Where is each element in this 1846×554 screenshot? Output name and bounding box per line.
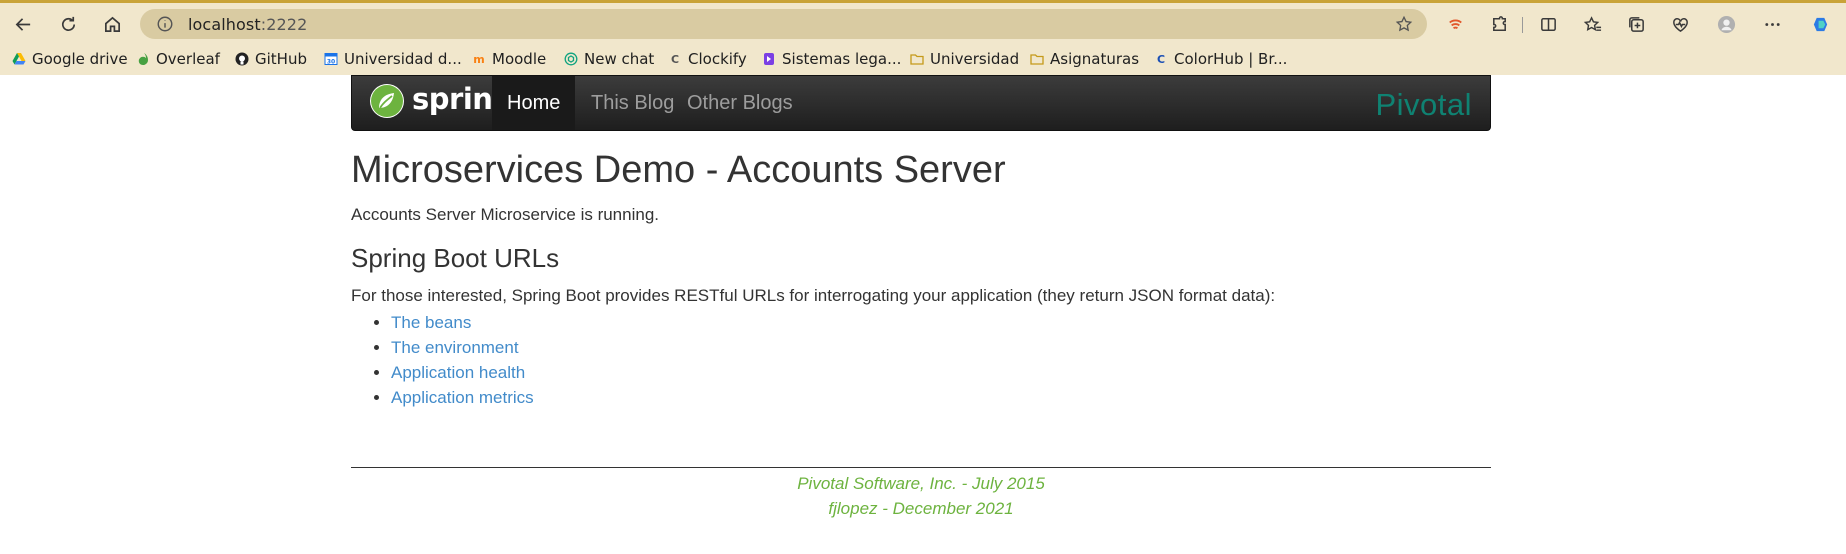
intro-text: For those interested, Spring Boot provid…	[351, 286, 1276, 305]
folder-icon	[1030, 52, 1044, 66]
web-page: spring Home This Blog Other Blogs Pivota…	[0, 75, 1846, 554]
svg-text:30: 30	[327, 59, 335, 66]
bookmark-google-drive[interactable]: Google drive	[12, 48, 128, 70]
status-text: Accounts Server Microservice is running.	[351, 205, 660, 224]
pivotal-logo[interactable]: Pivotal	[1375, 87, 1472, 123]
list-item: Application metrics	[391, 385, 534, 410]
clockify-icon: C	[670, 52, 680, 66]
collections-button[interactable]	[1621, 10, 1651, 38]
extensions-button[interactable]	[1484, 10, 1514, 38]
footer-line-2: fjlopez - December 2021	[828, 499, 1014, 518]
bookmark-moodle[interactable]: m Moodle	[472, 48, 546, 70]
copilot-icon	[1813, 17, 1827, 31]
collections-icon	[1628, 16, 1644, 32]
reload-icon	[61, 16, 75, 31]
link-environment[interactable]: The environment	[391, 338, 519, 357]
colorhub-icon: C	[1156, 52, 1166, 66]
list-item: The beans	[391, 310, 534, 335]
list-item: Application health	[391, 360, 534, 385]
browser-essentials-button[interactable]	[1665, 10, 1695, 38]
split-screen-button[interactable]	[1533, 10, 1563, 38]
app-icon	[762, 52, 776, 66]
bookmark-overleaf[interactable]: Overleaf	[136, 48, 220, 70]
url-list: The beans The environment Application he…	[351, 310, 534, 410]
nav-other-blogs[interactable]: Other Blogs	[672, 76, 808, 130]
bookmark-github[interactable]: GitHub	[235, 48, 307, 70]
bookmark-asignaturas[interactable]: Asignaturas	[1030, 48, 1139, 70]
home-icon	[104, 16, 120, 32]
bookmark-colorhub[interactable]: C ColorHub | Br...	[1154, 48, 1288, 70]
page-title: Microservices Demo - Accounts Server	[351, 149, 1006, 191]
nav-home[interactable]: Home	[492, 76, 576, 130]
favorites-icon	[1583, 15, 1601, 31]
browser-toolbar: localhost:2222	[0, 6, 1846, 42]
heart-pulse-icon	[1672, 17, 1688, 32]
github-icon	[235, 52, 249, 66]
list-item: The environment	[391, 335, 534, 360]
top-navbar: spring Home This Blog Other Blogs Pivota…	[351, 75, 1491, 131]
bookmarks-bar: Google drive Overleaf GitHub 30 Universi…	[0, 44, 1846, 74]
url-port: :2222	[260, 15, 308, 34]
section-title: Spring Boot URLs	[351, 243, 560, 273]
footer-divider	[351, 467, 1491, 468]
more-menu-button[interactable]	[1757, 10, 1787, 38]
footer: Pivotal Software, Inc. - July 2015 fjlop…	[351, 471, 1491, 521]
calendar-icon: 30	[324, 52, 338, 66]
profile-button[interactable]	[1711, 10, 1741, 38]
footer-line-1: Pivotal Software, Inc. - July 2015	[797, 474, 1045, 493]
copilot-button[interactable]	[1805, 10, 1835, 38]
google-drive-icon	[12, 52, 26, 66]
back-arrow-icon	[15, 17, 30, 31]
link-health[interactable]: Application health	[391, 363, 525, 382]
url-text[interactable]: localhost:2222	[188, 15, 307, 34]
bookmark-clockify[interactable]: C Clockify	[668, 48, 747, 70]
favorites-button[interactable]	[1577, 10, 1607, 38]
url-host: localhost	[188, 15, 261, 34]
chatgpt-icon	[564, 52, 578, 66]
bookmark-universidad-d[interactable]: 30 Universidad d...	[324, 48, 462, 70]
reload-button[interactable]	[53, 10, 83, 38]
avatar-icon	[1717, 15, 1735, 33]
split-screen-icon	[1540, 17, 1556, 31]
site-info-icon[interactable]	[156, 15, 174, 33]
link-metrics[interactable]: Application metrics	[391, 388, 534, 407]
puzzle-icon	[1492, 15, 1506, 31]
back-button[interactable]	[8, 10, 38, 38]
folder-icon	[910, 52, 924, 66]
link-beans[interactable]: The beans	[391, 313, 471, 332]
home-button[interactable]	[97, 10, 127, 38]
address-bar[interactable]: localhost:2222	[140, 9, 1427, 39]
bookmark-new-chat[interactable]: New chat	[564, 48, 654, 70]
moodle-icon: m	[473, 52, 485, 66]
ellipsis-icon	[1764, 22, 1780, 26]
overleaf-icon	[136, 52, 150, 66]
browser-chrome: localhost:2222 Google drive Overleaf Git…	[0, 0, 1846, 78]
extension-logo-icon	[1448, 19, 1462, 29]
bookmark-universidad[interactable]: Universidad	[910, 48, 1019, 70]
toolbar-divider	[1522, 17, 1523, 33]
extension-button[interactable]	[1440, 10, 1470, 38]
bookmark-sistemas-lega[interactable]: Sistemas lega...	[762, 48, 901, 70]
favorite-star-icon[interactable]	[1395, 15, 1413, 33]
spring-leaf-icon	[370, 84, 404, 118]
